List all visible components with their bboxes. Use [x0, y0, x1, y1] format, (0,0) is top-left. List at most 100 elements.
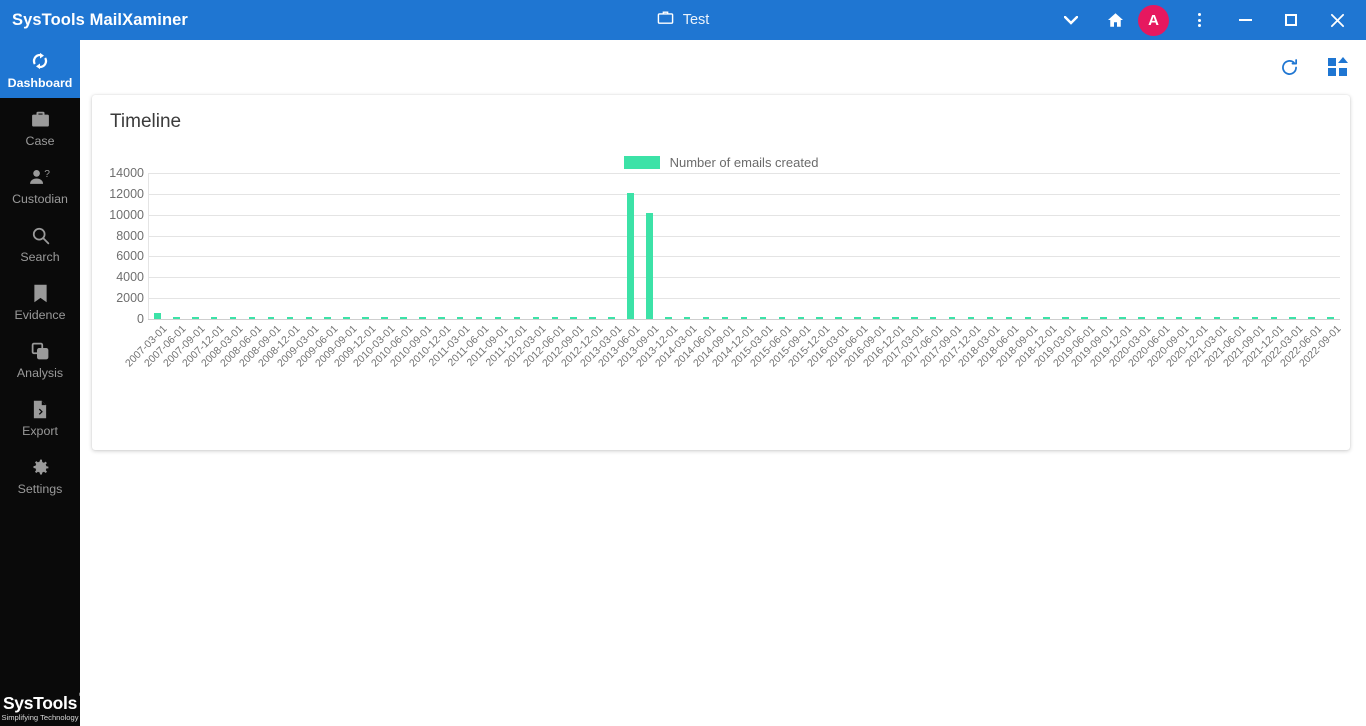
bar[interactable] [362, 316, 369, 319]
bar[interactable] [192, 316, 199, 319]
bar[interactable] [513, 316, 521, 319]
bar[interactable] [778, 316, 786, 319]
bar[interactable] [381, 316, 388, 319]
briefcase-icon [0, 106, 80, 132]
bar[interactable] [1251, 316, 1259, 319]
legend-label: Number of emails created [669, 155, 819, 170]
bar[interactable] [873, 316, 880, 319]
bar[interactable] [646, 212, 653, 319]
brand-name: SysTools® [3, 692, 84, 714]
bar[interactable] [1138, 316, 1145, 319]
bar[interactable] [721, 316, 729, 319]
bar[interactable] [475, 316, 483, 319]
close-icon[interactable] [1314, 0, 1360, 40]
magnifier-icon [0, 222, 80, 248]
bar[interactable] [797, 316, 804, 319]
bar[interactable] [608, 316, 615, 319]
bar[interactable] [854, 316, 861, 319]
sidebar-item-custodian[interactable]: ? Custodian [0, 156, 80, 214]
bar[interactable] [1232, 316, 1240, 319]
bar[interactable] [248, 316, 256, 319]
bar[interactable] [400, 316, 407, 319]
chart-bars [148, 173, 1340, 319]
bar[interactable] [419, 316, 426, 319]
sidebar-item-settings[interactable]: Settings [0, 446, 80, 504]
bar[interactable] [1081, 316, 1088, 319]
sidebar-item-search[interactable]: Search [0, 214, 80, 272]
maximize-icon[interactable] [1268, 0, 1314, 40]
bar[interactable] [892, 316, 899, 319]
y-axis-tick-label: 14000 [109, 166, 144, 180]
refresh-icon[interactable] [1279, 57, 1300, 78]
home-icon[interactable] [1092, 0, 1138, 40]
sidebar-item-case[interactable]: Case [0, 98, 80, 156]
sidebar-item-label: Export [22, 424, 58, 438]
bar[interactable] [740, 316, 748, 319]
bar[interactable] [1043, 316, 1050, 319]
sidebar-item-label: Custodian [12, 192, 68, 206]
grid-widgets-icon[interactable] [1328, 57, 1348, 77]
bar[interactable] [286, 316, 294, 319]
bar[interactable] [702, 316, 710, 319]
bar[interactable] [551, 316, 559, 319]
chevron-down-icon[interactable] [1050, 0, 1092, 40]
bar[interactable] [589, 316, 596, 319]
avatar[interactable]: A [1138, 4, 1169, 36]
vertical-dots-icon[interactable] [1176, 0, 1222, 40]
sidebar-item-evidence[interactable]: Evidence [0, 272, 80, 330]
bar[interactable] [1175, 316, 1183, 319]
bar[interactable] [324, 317, 331, 319]
bar[interactable] [929, 316, 937, 319]
bar[interactable] [1062, 316, 1069, 319]
y-axis-tick-label: 4000 [116, 270, 144, 285]
y-axis-tick-label: 6000 [116, 249, 144, 264]
bar[interactable] [343, 316, 350, 319]
bar[interactable] [1005, 316, 1013, 319]
bar[interactable] [1194, 316, 1202, 319]
bar[interactable] [835, 316, 842, 319]
sidebar-item-analysis[interactable]: Analysis [0, 330, 80, 388]
bar[interactable] [532, 316, 540, 319]
bar[interactable] [1308, 316, 1315, 319]
minimize-icon[interactable] [1222, 0, 1268, 40]
bar[interactable] [1157, 316, 1164, 319]
content-toolbar [80, 40, 1366, 94]
person-question-icon: ? [0, 164, 80, 190]
bar[interactable] [759, 316, 767, 319]
bar[interactable] [1289, 316, 1296, 319]
bar[interactable] [267, 316, 275, 319]
bar[interactable] [967, 316, 975, 319]
sidebar: Dashboard Case ? Custodian Search Eviden… [0, 40, 84, 726]
bar[interactable] [683, 316, 691, 319]
bar[interactable] [570, 316, 577, 319]
bar[interactable] [1024, 316, 1032, 319]
sidebar-item-label: Evidence [14, 308, 66, 322]
bar[interactable] [1100, 316, 1107, 319]
bar[interactable] [210, 316, 218, 319]
bar[interactable] [948, 316, 956, 319]
y-axis-tick-label: 10000 [109, 207, 144, 222]
bar[interactable] [627, 192, 634, 319]
legend-swatch [623, 156, 660, 169]
sidebar-item-label: Search [20, 250, 60, 264]
bar[interactable] [1270, 316, 1278, 319]
bar[interactable] [173, 316, 180, 319]
sidebar-item-dashboard[interactable]: Dashboard [0, 40, 80, 98]
bar[interactable] [911, 316, 918, 319]
bar[interactable] [1327, 316, 1334, 319]
bar[interactable] [494, 316, 502, 319]
bar[interactable] [456, 316, 464, 319]
bar[interactable] [305, 316, 313, 319]
bar[interactable] [438, 316, 445, 319]
bar[interactable] [1213, 316, 1221, 319]
bar[interactable] [986, 316, 994, 319]
bookmark-icon [0, 280, 80, 306]
bar[interactable] [1119, 316, 1126, 319]
bar[interactable] [229, 316, 237, 319]
chart-legend: Number of emails created [92, 155, 1350, 170]
bar[interactable] [816, 316, 823, 319]
bar[interactable] [665, 316, 672, 319]
brand-tagline: Simplifying Technology [1, 713, 79, 722]
sidebar-item-export[interactable]: Export [0, 388, 80, 446]
bar[interactable] [154, 312, 161, 319]
